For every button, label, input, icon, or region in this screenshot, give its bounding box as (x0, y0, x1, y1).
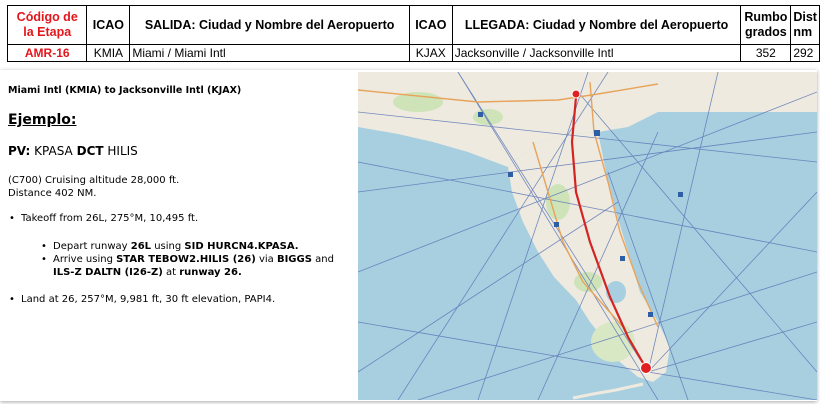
map-park (473, 109, 503, 125)
header-icao-departure: ICAO (86, 5, 131, 45)
distance: Distance 402 NM. (8, 188, 97, 199)
header-codigo: Código de la Etapa (6, 5, 88, 45)
cruise-info: (C700) Cruising altitude 28,000 ft. Dist… (8, 174, 179, 200)
cell-llegada: Jacksonville / Jacksonville Intl (451, 44, 742, 62)
route-title: Miami Intl (KMIA) to Jacksonville Intl (… (8, 85, 242, 96)
flight-plan-route: PV: KPASA DCT HILIS (8, 144, 138, 158)
header-salida: SALIDA: Ciudad y Nombre del Aeropuerto (129, 5, 410, 45)
route-fix-end: HILIS (107, 144, 138, 158)
airport-icon (571, 89, 581, 99)
pv-label: PV: (8, 144, 31, 158)
route-fix-start: KPASA (34, 144, 73, 158)
bullet-icon: • (9, 294, 15, 305)
cell-distancia: 292 (790, 44, 820, 62)
bullet-icon: • (41, 241, 47, 252)
cruise-altitude: (C700) Cruising altitude 28,000 ft. (8, 175, 180, 186)
arrive-text: Arrive using STAR TEBOW2.HILIS (26) via … (53, 254, 334, 278)
map-park (393, 92, 443, 112)
cell-icao-arrival: KJAX (408, 44, 453, 62)
table-header-row: Código de la Etapa ICAO SALIDA: Ciudad y… (6, 5, 820, 45)
takeoff-text: Takeoff from 26L, 275°M, 10,495 ft. (21, 213, 199, 224)
cell-icao-departure: KMIA (86, 44, 131, 62)
header-icao-arrival: ICAO (408, 5, 453, 45)
content-panel: Miami Intl (KMIA) to Jacksonville Intl (… (0, 70, 817, 401)
map-canvas (358, 72, 817, 400)
bullet-icon: • (9, 213, 15, 224)
table-row: AMR-16 KMIA Miami / Miami Intl KJAX Jack… (6, 44, 820, 62)
route-table: Código de la Etapa ICAO SALIDA: Ciudad y… (6, 5, 820, 62)
map-land-keys (572, 382, 644, 400)
airport-icon (640, 362, 652, 374)
depart-text: Depart runway 26L using SID HURCN4.KPASA… (53, 241, 299, 252)
landing-text: Land at 26, 257°M, 9,981 ft, 30 ft eleva… (21, 294, 276, 305)
header-distancia: Dist nm (790, 5, 820, 45)
cell-rumbo: 352 (740, 44, 792, 62)
route-map[interactable] (358, 72, 817, 400)
route-direct: DCT (76, 144, 104, 158)
example-heading: Ejemplo: (8, 112, 77, 128)
cell-salida: Miami / Miami Intl (129, 44, 410, 62)
header-llegada: LLEGADA: Ciudad y Nombre del Aeropuerto (451, 5, 742, 45)
bullet-icon: • (41, 254, 47, 265)
cell-codigo: AMR-16 (6, 44, 88, 62)
header-rumbo: Rumbo grados (740, 5, 792, 45)
map-park (546, 184, 570, 220)
